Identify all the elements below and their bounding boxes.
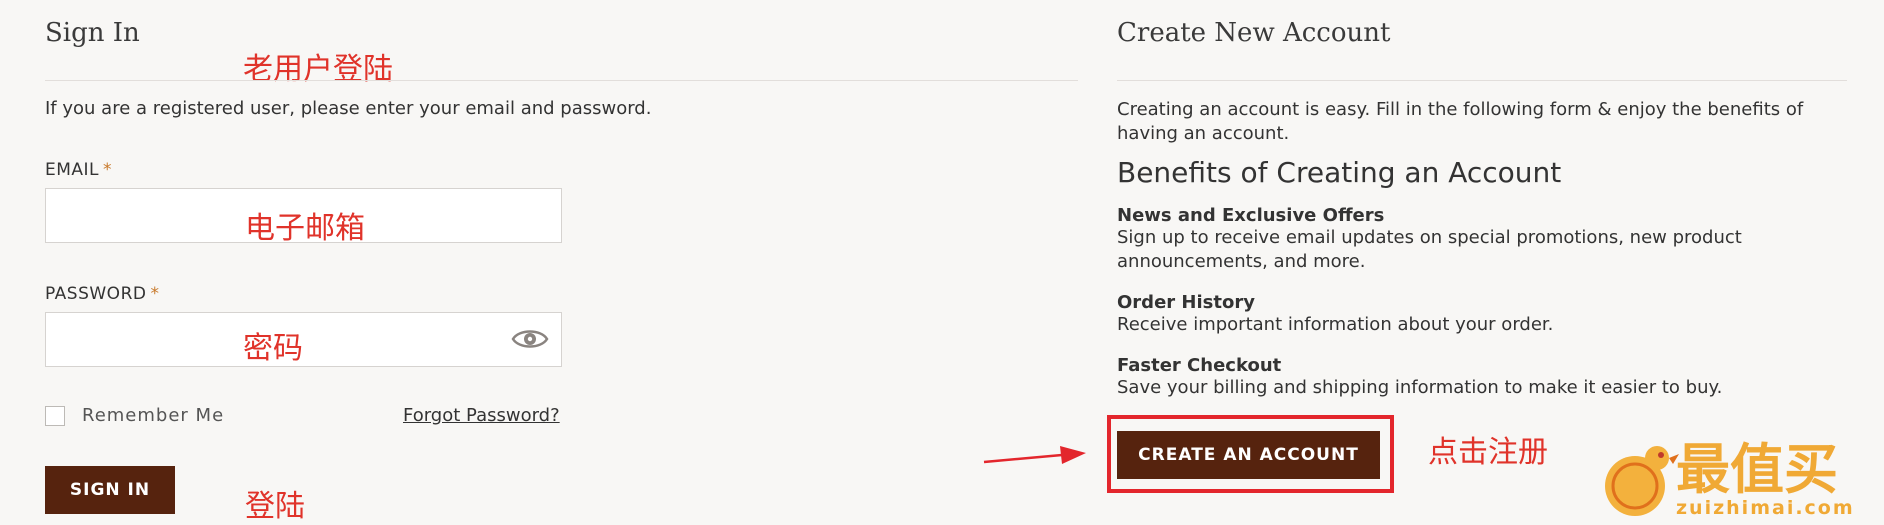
watermark-url: zuizhimai.com — [1676, 497, 1855, 519]
password-label: PASSWORD * — [45, 284, 159, 304]
remember-me-checkbox[interactable] — [45, 406, 65, 426]
create-account-intro: Creating an account is easy. Fill in the… — [1117, 99, 1804, 144]
signin-divider — [45, 80, 1078, 81]
sign-in-button[interactable]: SIGN IN — [45, 466, 175, 514]
password-field[interactable] — [45, 312, 562, 367]
annotation-register: 点击注册 — [1428, 435, 1548, 470]
create-account-divider — [1117, 80, 1847, 81]
annotation-login: 登陆 — [245, 489, 305, 524]
arrow-right-icon — [982, 443, 1087, 471]
benefit-title: Order History — [1117, 292, 1255, 313]
required-mark: * — [150, 284, 160, 304]
benefit-description: Receive important information about your… — [1117, 314, 1554, 335]
benefit-item: Faster Checkout Save your billing and sh… — [1117, 355, 1837, 400]
watermark-name: 最值买 — [1676, 438, 1838, 501]
benefit-title: News and Exclusive Offers — [1117, 205, 1385, 226]
email-label-text: EMAIL — [45, 160, 100, 180]
password-label-text: PASSWORD — [45, 284, 147, 304]
annotation-email: 电子邮箱 — [245, 211, 365, 246]
email-label: EMAIL * — [45, 160, 112, 180]
required-mark: * — [103, 160, 113, 180]
remember-me-label: Remember Me — [82, 405, 225, 426]
create-account-button[interactable]: CREATE AN ACCOUNT — [1117, 431, 1380, 479]
annotation-old-user-login: 老用户登陆 — [243, 52, 393, 87]
benefit-description: Sign up to receive email updates on spec… — [1117, 227, 1742, 272]
benefit-description: Save your billing and shipping informati… — [1117, 377, 1723, 398]
benefit-item: Order History Receive important informat… — [1117, 292, 1837, 337]
annotation-password: 密码 — [243, 331, 303, 366]
benefit-title: Faster Checkout — [1117, 355, 1282, 376]
benefits-title: Benefits of Creating an Account — [1117, 156, 1562, 189]
signin-title: Sign In — [45, 18, 140, 48]
signin-intro: If you are a registered user, please ent… — [45, 98, 652, 119]
benefit-item: News and Exclusive Offers Sign up to rec… — [1117, 205, 1837, 274]
watermark-logo-icon — [1595, 440, 1681, 524]
create-account-title: Create New Account — [1117, 18, 1391, 48]
forgot-password-link[interactable]: Forgot Password? — [403, 405, 560, 426]
eye-icon[interactable] — [511, 326, 549, 350]
